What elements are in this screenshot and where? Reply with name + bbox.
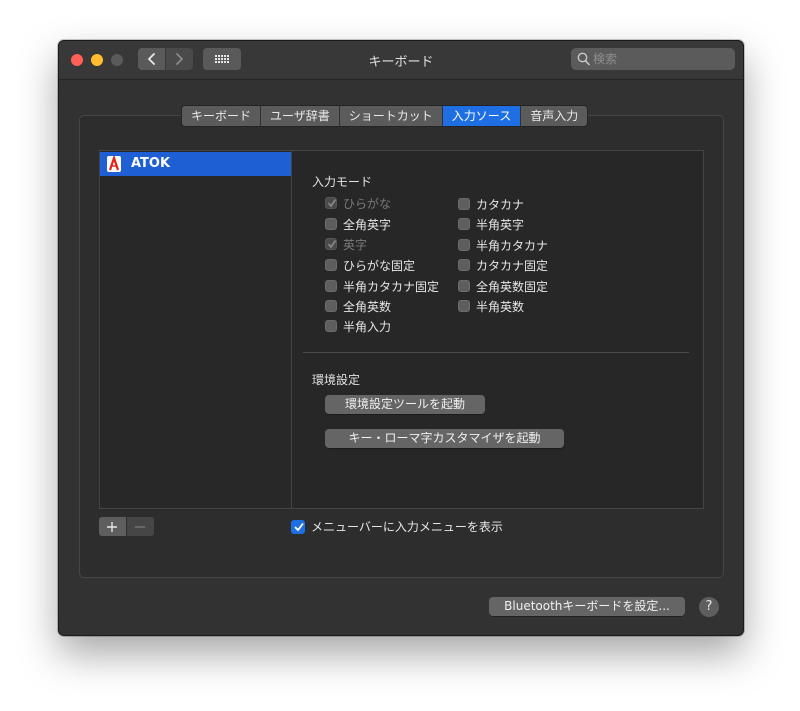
search-icon [577, 52, 590, 66]
setup-bluetooth-keyboard-button[interactable]: Bluetoothキーボードを設定... [489, 597, 685, 616]
add-remove-control [99, 517, 154, 536]
atok-logo-icon [107, 154, 121, 172]
section-divider [303, 352, 689, 353]
mode-katakana-label: カタカナ [476, 197, 525, 212]
mode-hankaku-input-label: 半角入力 [343, 319, 392, 334]
mode-hankaku-katakana-fixed-checkbox[interactable] [325, 280, 337, 292]
mode-hankaku-eiji-label: 半角英字 [476, 217, 525, 232]
checkmark-icon [327, 199, 337, 208]
mode-hiragana-fixed-row: ひらがな固定 [325, 256, 415, 274]
mode-zenkaku-eiji-row: 全角英字 [325, 215, 391, 233]
mode-hankaku-katakana-fixed-label: 半角カタカナ固定 [343, 279, 440, 294]
mode-katakana-fixed-label: カタカナ固定 [476, 258, 549, 273]
tab-user-dictionary[interactable]: ユーザ辞書 [260, 106, 339, 126]
mode-hankaku-input-checkbox[interactable] [325, 320, 337, 332]
tab-input-sources[interactable]: 入力ソース [441, 106, 521, 126]
tab-shortcuts[interactable]: ショートカット [338, 106, 442, 126]
preferences-window: キーボード キーボード ユーザ辞書 ショートカット 入力ソース 音声入力 ATO… [58, 40, 744, 636]
input-mode-heading: 入力モード [312, 175, 373, 189]
minus-icon [135, 526, 145, 528]
tab-dictation[interactable]: 音声入力 [520, 106, 587, 126]
mode-hankaku-eisu-row: 半角英数 [458, 297, 524, 315]
mode-zenkaku-eisu-checkbox[interactable] [325, 300, 337, 312]
mode-katakana-fixed-row: カタカナ固定 [458, 256, 548, 274]
launch-preferences-tool-button[interactable]: 環境設定ツールを起動 [325, 395, 485, 414]
mode-zenkaku-eisu-row: 全角英数 [325, 297, 391, 315]
input-source-label: ATOK [131, 156, 171, 171]
preferences-heading: 環境設定 [312, 373, 361, 387]
mode-eiji-label: 英字 [343, 237, 368, 252]
mode-hankaku-eiji-row: 半角英字 [458, 215, 524, 233]
launch-romaji-customizer-button[interactable]: キー・ローマ字カスタマイザを起動 [325, 429, 564, 448]
input-source-item-atok[interactable]: ATOK [100, 152, 292, 176]
mode-eiji-checkbox[interactable] [325, 238, 337, 250]
mode-hankaku-katakana-checkbox[interactable] [458, 239, 470, 251]
remove-input-source-button[interactable] [127, 517, 154, 536]
mode-zenkaku-eiji-label: 全角英字 [343, 217, 392, 232]
plus-icon [107, 522, 117, 532]
mode-zenkaku-eisu-fixed-label: 全角英数固定 [476, 279, 549, 294]
mode-zenkaku-eisu-fixed-row: 全角英数固定 [458, 277, 548, 295]
mode-katakana-checkbox[interactable] [458, 198, 470, 210]
input-source-list: ATOK [99, 150, 292, 509]
show-input-menu-row: メニューバーに入力メニューを表示 [291, 518, 503, 535]
mode-hiragana-fixed-checkbox[interactable] [325, 259, 337, 271]
mode-hankaku-eisu-label: 半角英数 [476, 299, 525, 314]
mode-hiragana-label: ひらがな [343, 196, 392, 211]
title-bar: キーボード [59, 41, 743, 80]
mode-hankaku-katakana-fixed-row: 半角カタカナ固定 [325, 277, 439, 295]
mode-hankaku-input-row: 半角入力 [325, 317, 391, 335]
show-input-menu-checkbox[interactable] [291, 519, 305, 534]
mode-zenkaku-eisu-fixed-checkbox[interactable] [458, 280, 470, 292]
checkmark-icon [327, 240, 337, 249]
mode-hankaku-katakana-label: 半角カタカナ [476, 238, 549, 253]
tab-bar: キーボード ユーザ辞書 ショートカット 入力ソース 音声入力 [181, 105, 589, 127]
mode-hiragana-checkbox[interactable] [325, 197, 337, 209]
mode-eiji-row: 英字 [325, 235, 367, 253]
show-input-menu-label: メニューバーに入力メニューを表示 [311, 520, 503, 534]
mode-zenkaku-eiji-checkbox[interactable] [325, 218, 337, 230]
search-input[interactable] [593, 50, 727, 68]
tab-keyboard[interactable]: キーボード [182, 106, 260, 126]
mode-hankaku-eiji-checkbox[interactable] [458, 218, 470, 230]
mode-katakana-fixed-checkbox[interactable] [458, 259, 470, 271]
mode-hankaku-katakana-row: 半角カタカナ [458, 236, 548, 254]
search-field[interactable] [571, 48, 735, 70]
mode-hiragana-fixed-label: ひらがな固定 [343, 258, 416, 273]
mode-hankaku-eisu-checkbox[interactable] [458, 300, 470, 312]
checkmark-icon [294, 522, 304, 531]
add-input-source-button[interactable] [99, 517, 126, 536]
mode-katakana-row: カタカナ [458, 195, 524, 213]
mode-zenkaku-eisu-label: 全角英数 [343, 299, 392, 314]
mode-hiragana-row: ひらがな [325, 194, 391, 212]
help-button[interactable]: ? [699, 597, 719, 617]
